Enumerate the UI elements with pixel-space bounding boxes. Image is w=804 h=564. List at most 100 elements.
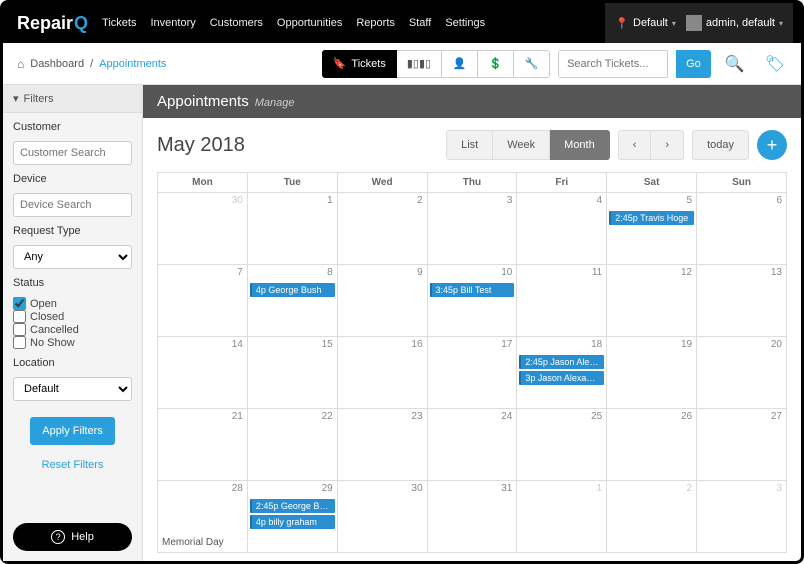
status-checkbox[interactable]: [13, 336, 26, 349]
user-menu[interactable]: admin, default▾: [686, 15, 783, 31]
calendar-cell[interactable]: 1: [517, 481, 607, 553]
calendar-cell[interactable]: 16: [337, 337, 427, 409]
calendar-cell[interactable]: 1: [247, 193, 337, 265]
location-select[interactable]: Default: [13, 377, 132, 401]
status-cancelled[interactable]: Cancelled: [13, 323, 132, 336]
calendar-cell[interactable]: 52:45p Travis Hoge: [607, 193, 697, 265]
calendar-cell[interactable]: 14: [158, 337, 248, 409]
calendar-cell[interactable]: 26: [607, 409, 697, 481]
calendar-event[interactable]: 2:45p Travis Hoge: [609, 211, 694, 225]
today-button[interactable]: today: [692, 130, 749, 160]
calendar-event[interactable]: 4p billy graham: [250, 515, 335, 529]
calendar-cell[interactable]: 21: [158, 409, 248, 481]
go-button[interactable]: Go: [676, 50, 711, 78]
calendar-cell[interactable]: 13: [697, 265, 787, 337]
tag-icon[interactable]: 🏷: [759, 54, 791, 74]
list-view-button[interactable]: List: [446, 130, 493, 160]
breadcrumb-toolbar-row: ⌂ Dashboard / Appointments 🔖 Tickets ▮▯▮…: [3, 43, 801, 85]
calendar-cell[interactable]: 17: [427, 337, 517, 409]
calendar-cell[interactable]: 30: [337, 481, 427, 553]
filters-header: ▾ Filters: [3, 85, 142, 113]
calendar-cell[interactable]: 4: [517, 193, 607, 265]
nav-staff[interactable]: Staff: [409, 17, 431, 29]
calendar-cell[interactable]: 9: [337, 265, 427, 337]
breadcrumb-current[interactable]: Appointments: [99, 58, 166, 70]
customer-search-input[interactable]: [13, 141, 132, 165]
calendar-cell[interactable]: 3: [427, 193, 517, 265]
day-header: Tue: [247, 173, 337, 193]
calendar-cell[interactable]: 15: [247, 337, 337, 409]
calendar-cell[interactable]: 103:45p Bill Test: [427, 265, 517, 337]
nav-tickets[interactable]: Tickets: [102, 17, 136, 29]
prev-button[interactable]: ‹: [618, 130, 652, 160]
calendar-cell[interactable]: 27: [697, 409, 787, 481]
content-area: Appointments Manage May 2018 List Week M…: [143, 85, 801, 561]
add-appointment-button[interactable]: +: [757, 130, 787, 160]
chevron-left-icon: ‹: [633, 139, 637, 151]
calendar-cell[interactable]: 30: [158, 193, 248, 265]
nav-opportunities[interactable]: Opportunities: [277, 17, 342, 29]
calendar-cell[interactable]: Memorial Day28: [158, 481, 248, 553]
breadcrumb: ⌂ Dashboard / Appointments: [17, 57, 166, 71]
apply-filters-button[interactable]: Apply Filters: [30, 417, 115, 445]
help-button[interactable]: ? Help: [13, 523, 132, 551]
pin-icon: 📍: [615, 17, 629, 30]
nav-settings[interactable]: Settings: [445, 17, 485, 29]
search-icon[interactable]: 🔍: [719, 54, 751, 74]
request-type-select[interactable]: Any: [13, 245, 132, 269]
calendar-event[interactable]: 3p Jason Alexander: [519, 371, 604, 385]
breadcrumb-home[interactable]: Dashboard: [30, 58, 84, 70]
device-search-input[interactable]: [13, 193, 132, 217]
calendar-cell[interactable]: 292:45p George Bush4p billy graham: [247, 481, 337, 553]
calendar-cell[interactable]: 2: [607, 481, 697, 553]
nav-customers[interactable]: Customers: [210, 17, 263, 29]
next-button[interactable]: ›: [651, 130, 684, 160]
calendar-cell[interactable]: 11: [517, 265, 607, 337]
calendar-event[interactable]: 3:45p Bill Test: [430, 283, 515, 297]
calendar-cell[interactable]: 23: [337, 409, 427, 481]
calendar-event[interactable]: 2:45p Jason Alexande: [519, 355, 604, 369]
nav-segment: ‹ ›: [618, 130, 684, 160]
day-header: Wed: [337, 173, 427, 193]
calendar-cell[interactable]: 24: [427, 409, 517, 481]
day-number: 17: [501, 339, 512, 350]
home-icon[interactable]: ⌂: [17, 57, 24, 71]
barcode-icon: ▮▯▮▯: [407, 57, 431, 70]
day-number: 22: [322, 411, 333, 422]
calendar-cell[interactable]: 31: [427, 481, 517, 553]
calendar-cell[interactable]: 19: [607, 337, 697, 409]
calendar-cell[interactable]: 3: [697, 481, 787, 553]
nav-inventory[interactable]: Inventory: [150, 17, 195, 29]
brand-logo[interactable]: RepairQ: [17, 13, 88, 34]
location-selector[interactable]: 📍 Default▾: [615, 17, 676, 30]
calendar-cell[interactable]: 20: [697, 337, 787, 409]
status-open[interactable]: Open: [13, 297, 132, 310]
week-view-button[interactable]: Week: [493, 130, 550, 160]
status-checkbox[interactable]: [13, 323, 26, 336]
calendar-cell[interactable]: 6: [697, 193, 787, 265]
status-checkbox[interactable]: [13, 297, 26, 310]
calendar-cell[interactable]: 182:45p Jason Alexande3p Jason Alexander: [517, 337, 607, 409]
payment-button[interactable]: 💲: [478, 50, 514, 78]
reset-filters-link[interactable]: Reset Filters: [42, 459, 104, 471]
calendar-cell[interactable]: 7: [158, 265, 248, 337]
calendar-cell[interactable]: 2: [337, 193, 427, 265]
calendar-event[interactable]: 2:45p George Bush: [250, 499, 335, 513]
calendar-cell[interactable]: 84p George Bush: [247, 265, 337, 337]
status-closed[interactable]: Closed: [13, 310, 132, 323]
wrench-icon: 🔧: [525, 57, 539, 70]
tools-button[interactable]: 🔧: [514, 50, 550, 78]
tickets-button[interactable]: 🔖 Tickets: [322, 50, 397, 78]
calendar-cell[interactable]: 22: [247, 409, 337, 481]
month-view-button[interactable]: Month: [550, 130, 610, 160]
status-checkbox[interactable]: [13, 310, 26, 323]
calendar-cell[interactable]: 25: [517, 409, 607, 481]
calendar-event[interactable]: 4p George Bush: [250, 283, 335, 297]
calendar-cell[interactable]: 12: [607, 265, 697, 337]
day-number: 26: [681, 411, 692, 422]
nav-reports[interactable]: Reports: [356, 17, 395, 29]
search-input[interactable]: [558, 50, 668, 78]
barcode-button[interactable]: ▮▯▮▯: [397, 50, 442, 78]
status-no-show[interactable]: No Show: [13, 336, 132, 349]
customer-button[interactable]: 👤: [442, 50, 478, 78]
